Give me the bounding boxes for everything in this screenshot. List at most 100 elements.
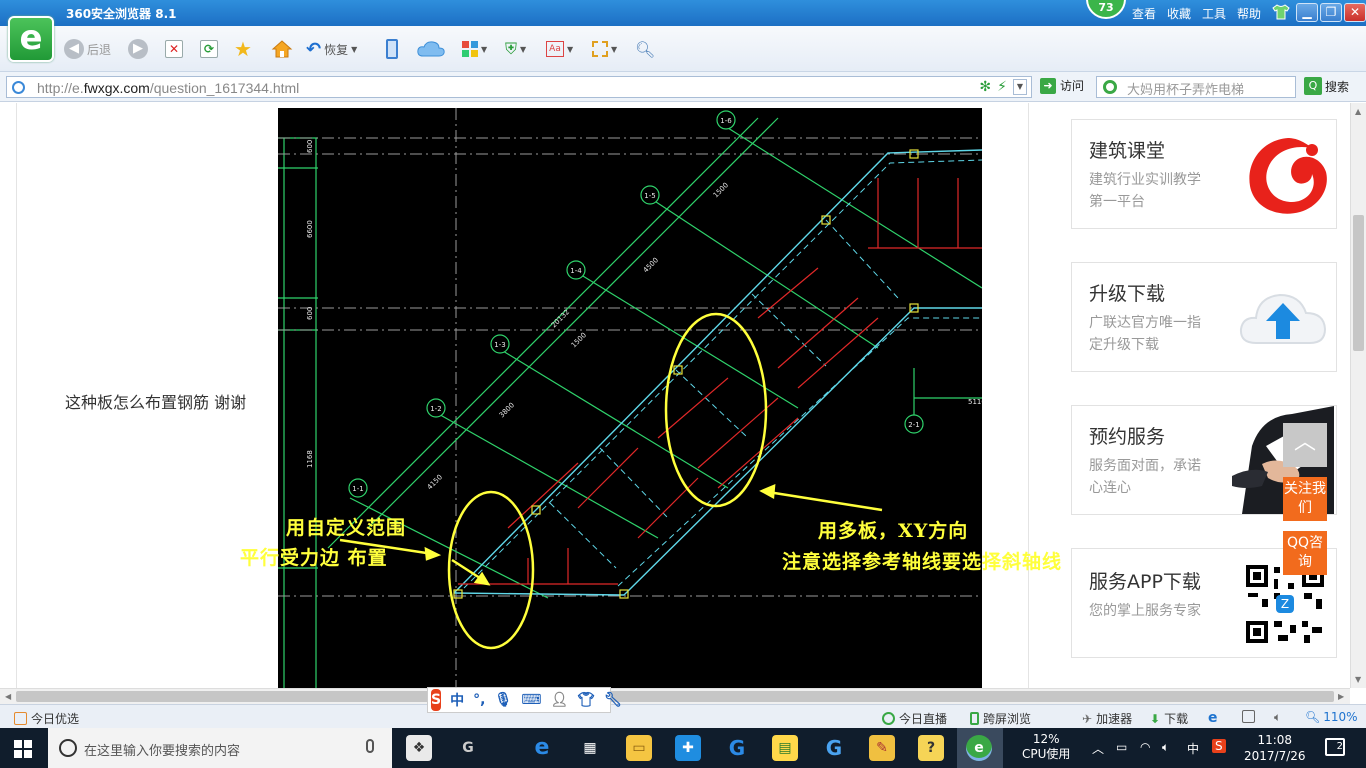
skin-tshirt-icon[interactable] — [1272, 4, 1290, 20]
task-view-icon[interactable]: ❖ — [406, 735, 432, 761]
menu-view[interactable]: 查看 — [1132, 5, 1156, 22]
glodon-icon[interactable]: G — [724, 735, 750, 761]
user-icon[interactable]: 👤︎ — [550, 692, 568, 708]
menu-favorites[interactable]: 收藏 — [1167, 5, 1191, 22]
taskbar-search-input[interactable]: 在这里输入你要搜索的内容 — [48, 728, 392, 768]
menu-help[interactable]: 帮助 — [1237, 5, 1261, 22]
go-label: 访问 — [1060, 79, 1085, 93]
status-bar: 今日优选 今日直播 跨屏浏览 ✈ 加速器 ⬇ 下载 e 🔈︎ 🔍︎ 110% — [0, 704, 1366, 728]
system-clock[interactable]: 11:08 2017/7/26 — [1244, 732, 1306, 764]
search-button[interactable]: Q 搜索 — [1304, 77, 1349, 95]
keyboard-icon[interactable]: ⌨ — [521, 692, 541, 708]
menu-tools[interactable]: 工具 — [1202, 5, 1226, 22]
home-button[interactable] — [271, 38, 293, 60]
store-icon[interactable]: ▦ — [577, 735, 603, 761]
lightning-icon[interactable]: ⚡ — [997, 79, 1007, 95]
play-icon — [882, 712, 895, 725]
dropdown-icon[interactable]: ▼ — [1013, 79, 1027, 95]
scroll-right-arrow-icon[interactable]: ▶ — [1338, 692, 1344, 701]
restore-label: 恢复 — [324, 42, 349, 57]
horizontal-scroll-thumb[interactable] — [16, 691, 1334, 702]
dim-label: 4150 — [426, 473, 444, 491]
sogou-tray-icon[interactable]: S — [1212, 739, 1226, 753]
windows-start-icon[interactable] — [14, 740, 32, 758]
today-picks-button[interactable]: 今日优选 — [14, 710, 79, 727]
download-button[interactable]: ⬇ 下载 — [1150, 710, 1188, 727]
go-button[interactable]: ➜ 访问 — [1040, 77, 1084, 94]
notes-icon[interactable]: ✎ — [869, 735, 895, 761]
dim-label: 20132 — [550, 308, 571, 329]
scroll-left-arrow-icon[interactable]: ◀ — [5, 692, 11, 701]
ime-toolbar[interactable]: S 中 °, 🎙︎ ⌨ 👤︎ 👕︎ 🔧︎ — [427, 687, 622, 713]
glodon-alt-icon[interactable]: G — [821, 735, 847, 761]
vertical-scrollbar[interactable]: ▲ ▼ — [1350, 103, 1366, 688]
screenshot-button[interactable]: ▼ — [592, 38, 617, 60]
swirl-app-icon[interactable]: G — [455, 735, 481, 761]
accelerator-button[interactable]: ✈ 加速器 — [1082, 710, 1132, 727]
search-input[interactable]: 大妈用杯子弄炸电梯 — [1096, 76, 1296, 98]
dim-label: 600 — [306, 140, 314, 153]
apps-button[interactable]: ▼ — [462, 38, 487, 60]
shield-icon: ⛨ — [505, 39, 518, 58]
phone-button[interactable] — [386, 38, 398, 60]
help-app-icon[interactable]: ? — [918, 735, 944, 761]
pinned-app-plus-icon[interactable]: ✚ — [675, 735, 701, 761]
security-button[interactable]: ⛨ ▼ — [505, 38, 526, 60]
edge-icon[interactable]: e — [529, 735, 555, 761]
qq-label: QQ咨询 — [1286, 535, 1324, 570]
url-text[interactable]: http://e.fwxgx.com/question_1617344.html — [37, 80, 299, 96]
restore-button[interactable]: ↶ 恢复 ▼ — [306, 38, 357, 60]
forward-button[interactable]: ▶ — [128, 38, 151, 60]
follow-us-button[interactable]: 关注我们 — [1283, 477, 1327, 521]
qq-consult-button[interactable]: QQ咨询 — [1283, 531, 1327, 575]
ime-mode[interactable]: 中 — [450, 690, 464, 710]
stop-button[interactable]: ✕ — [165, 38, 183, 60]
punctuation-icon[interactable]: °, — [473, 692, 485, 708]
security-score-badge[interactable]: 73 — [1086, 0, 1126, 19]
scroll-down-arrow-icon[interactable]: ▼ — [1355, 675, 1361, 684]
back-to-top-button[interactable]: ︿ — [1283, 423, 1327, 467]
minimize-button[interactable]: ▁ — [1296, 3, 1318, 22]
input-language[interactable]: 中 — [1187, 740, 1199, 757]
today-live-label: 今日直播 — [899, 712, 948, 726]
cross-screen-button[interactable]: 跨屏浏览 — [970, 710, 1031, 727]
file-explorer-icon[interactable]: ▭ — [626, 735, 652, 761]
today-live-button[interactable]: 今日直播 — [882, 710, 947, 727]
microphone-icon[interactable] — [366, 739, 374, 753]
volume-button[interactable]: 🔈︎ — [1274, 710, 1281, 725]
find-button[interactable]: 🔍︎ — [635, 38, 655, 60]
favorite-star-button[interactable]: ★ — [234, 37, 252, 61]
translate-icon: Aa — [546, 41, 564, 57]
card-construction-class[interactable]: 建筑课堂 建筑行业实训教学第一平台 — [1071, 119, 1337, 229]
notification-center-icon[interactable]: 2 — [1325, 738, 1345, 756]
tray-chevron-up-icon[interactable]: ︿ — [1092, 740, 1104, 757]
close-button[interactable]: ✕ — [1344, 3, 1366, 22]
ie-mode-button[interactable]: e — [1208, 710, 1218, 726]
battery-icon[interactable]: ▭ — [1116, 740, 1127, 754]
window-switch-button[interactable] — [1242, 710, 1259, 723]
skin-shirt-icon[interactable]: 👕︎ — [577, 692, 595, 708]
horizontal-scrollbar[interactable]: ◀ ▶ — [0, 688, 1350, 704]
back-button[interactable]: ◀ 后退 — [64, 38, 111, 60]
vertical-scroll-thumb[interactable] — [1353, 215, 1364, 351]
forward-arrow-icon: ▶ — [128, 39, 148, 59]
360-browser-logo[interactable]: e — [8, 16, 54, 62]
cpu-meter[interactable]: 12% CPU使用 — [1022, 732, 1070, 762]
maximize-button[interactable]: ❐ — [1320, 3, 1342, 22]
360-browser-task-icon[interactable]: e — [966, 735, 992, 761]
microphone-icon[interactable]: 🎙︎ — [494, 692, 512, 708]
apps-grid-icon — [462, 41, 478, 57]
scroll-up-arrow-icon[interactable]: ▲ — [1355, 107, 1361, 116]
translate-button[interactable]: Aa ▼ — [546, 38, 573, 60]
refresh-button[interactable]: ⟳ — [200, 38, 218, 60]
volume-icon[interactable]: 🔈︎ — [1162, 740, 1169, 755]
wifi-icon[interactable]: ◠ — [1140, 740, 1150, 754]
card-upgrade-download[interactable]: 升级下载 广联达官方唯一指定升级下载 — [1071, 262, 1337, 372]
swirl-logo-icon — [1249, 138, 1327, 214]
zoom-control[interactable]: 🔍︎ 110% — [1305, 710, 1358, 724]
wrench-icon[interactable]: 🔧︎ — [604, 692, 622, 708]
sogou-logo-icon[interactable]: S — [431, 689, 442, 711]
cloud-button[interactable] — [416, 38, 446, 60]
url-field[interactable]: http://e.fwxgx.com/question_1617344.html… — [6, 76, 1032, 98]
calendar-app-icon[interactable]: ▤ — [772, 735, 798, 761]
